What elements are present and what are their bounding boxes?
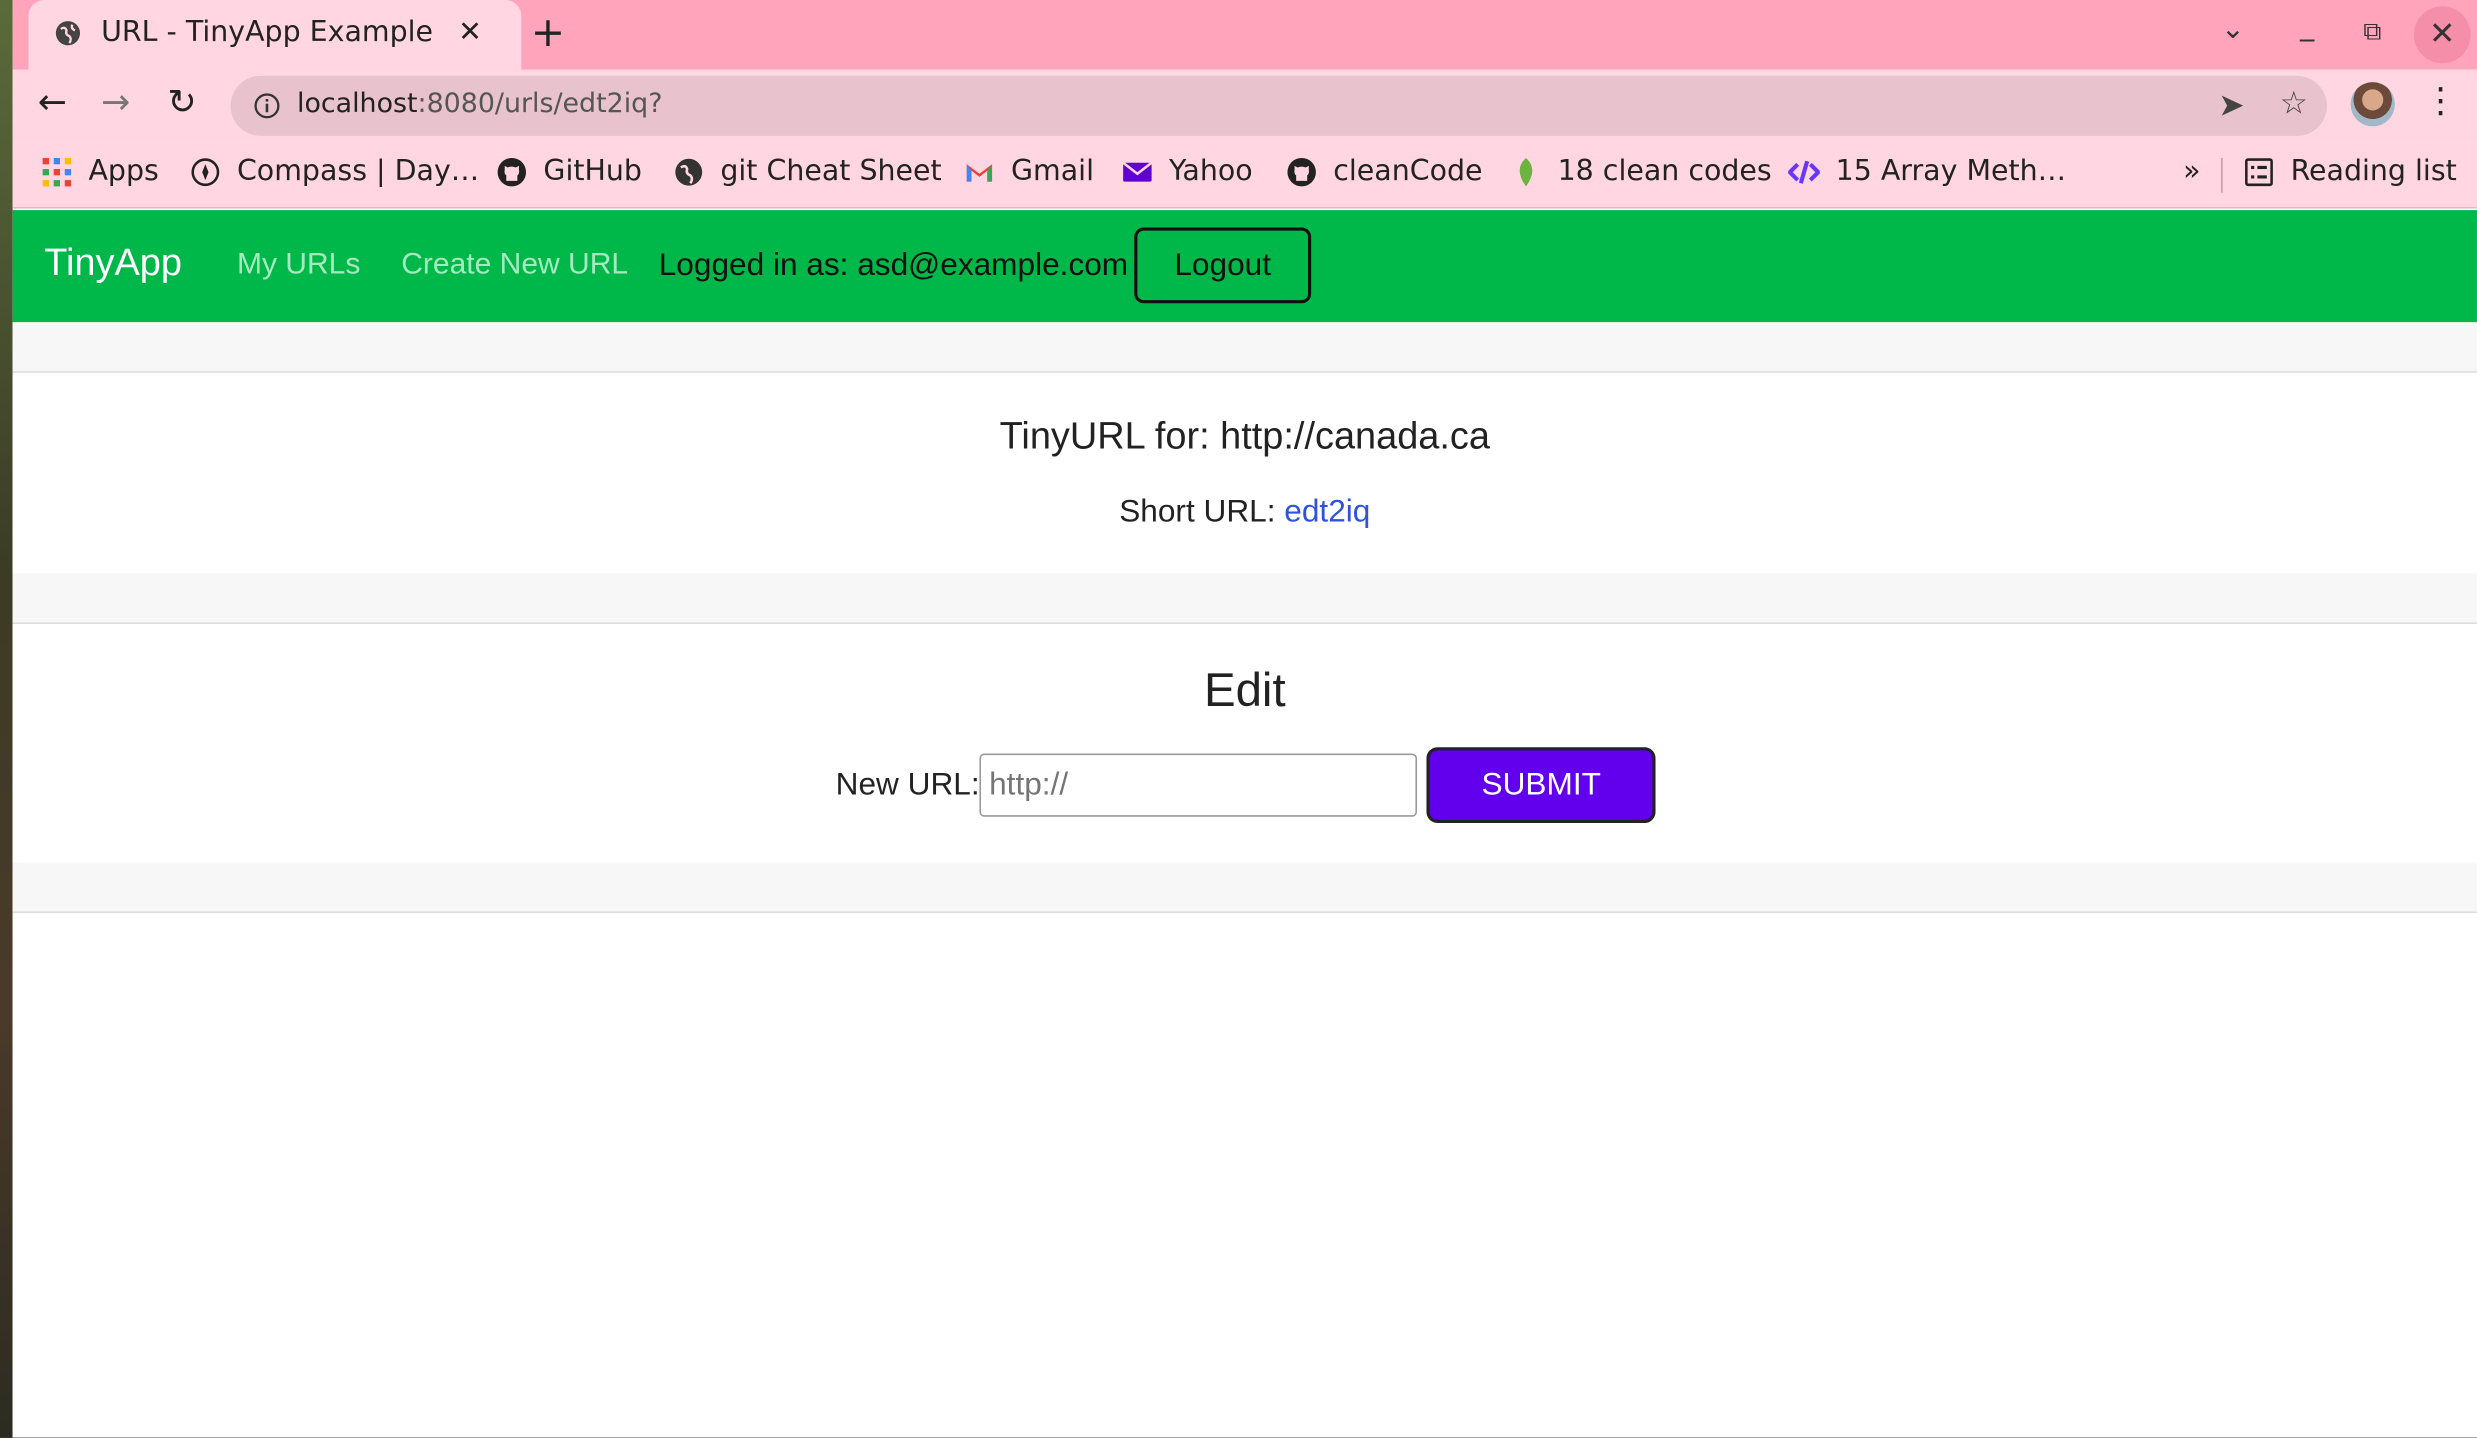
- bookmark-label: Gmail: [1011, 154, 1094, 188]
- edit-heading: Edit: [1203, 665, 1286, 718]
- yahoo-mail-icon: [1122, 160, 1153, 181]
- nav-create-new-url-link[interactable]: Create New URL: [401, 248, 628, 283]
- bookmarks-overflow-chevron-icon[interactable]: »: [2183, 155, 2200, 188]
- close-window-icon[interactable]: ✕: [2413, 6, 2471, 64]
- bookmark-label: git Cheat Sheet: [720, 154, 942, 188]
- address-bar[interactable]: localhost:8080/urls/edt2iq? ➤ ☆: [230, 75, 2327, 136]
- short-url-link[interactable]: edt2iq: [1284, 494, 1370, 529]
- brand-link[interactable]: TinyApp: [44, 242, 182, 286]
- bookmark-compass[interactable]: Compass | Day…: [190, 154, 480, 188]
- bookmark-git-cheat-sheet[interactable]: git Cheat Sheet: [673, 155, 942, 188]
- leaf-icon: [1519, 157, 1533, 186]
- browser-menu-icon[interactable]: ⋮: [2423, 82, 2458, 121]
- url-path: :8080/urls/edt2iq?: [417, 88, 663, 121]
- compass-icon: [191, 157, 220, 186]
- globe-icon: [55, 21, 81, 46]
- restore-icon[interactable]: ⧉: [2363, 16, 2381, 48]
- bookmark-label: Compass | Day…: [236, 154, 480, 188]
- bookmark-label: GitHub: [543, 154, 642, 188]
- globe-icon: [675, 157, 703, 185]
- tab-search-chevron-icon[interactable]: ⌄: [2221, 13, 2245, 46]
- reload-icon[interactable]: ↻: [167, 84, 196, 125]
- reading-list-button[interactable]: Reading list: [2243, 155, 2457, 188]
- github-icon: [497, 157, 527, 186]
- bookmarks-divider: [2221, 157, 2223, 193]
- code-icon: [1788, 159, 1820, 184]
- section-band: [12, 862, 2477, 914]
- bookmark-apps[interactable]: Apps: [41, 155, 159, 188]
- bookmark-label: Apps: [88, 154, 159, 188]
- bookmark-gmail[interactable]: Gmail: [964, 155, 1094, 188]
- browser-toolbar: ← → ↻ localhost:8080/urls/edt2iq? ➤ ☆ ⋮: [12, 69, 2477, 143]
- gmail-icon: [966, 163, 993, 181]
- tab-title: URL - TinyApp Example: [101, 15, 434, 49]
- logout-button[interactable]: Logout: [1134, 227, 1312, 304]
- short-url-line: Short URL: edt2iq: [13, 494, 2477, 530]
- bookmark-label: Yahoo: [1168, 154, 1253, 188]
- bookmark-label: 15 Array Meth…: [1835, 154, 2067, 188]
- url-host: localhost: [296, 88, 418, 121]
- edit-card: Edit New URL: SUBMIT: [12, 623, 2477, 863]
- tinyurl-heading: TinyURL for: http://canada.ca: [999, 415, 1490, 459]
- reading-list-label: Reading list: [2290, 154, 2457, 188]
- edit-url-form: New URL: SUBMIT: [835, 747, 1656, 824]
- new-url-input[interactable]: [979, 753, 1418, 817]
- short-url-label: Short URL:: [1119, 494, 1285, 530]
- bookmark-yahoo[interactable]: Yahoo: [1122, 155, 1253, 188]
- profile-avatar[interactable]: [2350, 82, 2395, 127]
- back-icon[interactable]: ←: [38, 84, 67, 125]
- bookmarks-bar: Apps Compass | Day… GitHub git Cheat She…: [12, 142, 2477, 209]
- tab-strip: URL - TinyApp Example ✕ + ⌄ _ ⧉ ✕: [12, 0, 2477, 70]
- submit-button[interactable]: SUBMIT: [1426, 747, 1656, 824]
- section-band: [12, 573, 2477, 624]
- site-info-icon[interactable]: [253, 92, 281, 120]
- bookmark-18-clean-codes[interactable]: 18 clean codes: [1510, 155, 1772, 188]
- bookmark-label: cleanCode: [1333, 154, 1483, 188]
- reading-list-icon: [2245, 157, 2273, 186]
- minimize-icon[interactable]: _: [2300, 9, 2314, 42]
- bookmark-cleancode[interactable]: cleanCode: [1286, 155, 1483, 188]
- apps-grid-icon: [42, 157, 72, 186]
- new-url-label: New URL:: [835, 766, 980, 802]
- tab-close-icon[interactable]: ✕: [458, 16, 482, 49]
- web-page: TinyApp My URLs Create New URL Logged in…: [12, 210, 2477, 1438]
- section-band: [12, 322, 2477, 373]
- github-icon: [1287, 157, 1316, 186]
- app-navbar: TinyApp My URLs Create New URL Logged in…: [12, 210, 2477, 323]
- url-detail-card: TinyURL for: http://canada.ca Short URL:…: [12, 374, 2477, 574]
- send-to-device-icon[interactable]: ➤: [2218, 85, 2244, 123]
- desktop-background-strip: [0, 0, 13, 1438]
- bookmark-github[interactable]: GitHub: [496, 155, 642, 188]
- bookmark-star-icon[interactable]: ☆: [2280, 84, 2308, 122]
- new-tab-button[interactable]: +: [531, 9, 565, 56]
- bookmark-label: 18 clean codes: [1557, 154, 1772, 188]
- url-text[interactable]: localhost:8080/urls/edt2iq?: [297, 88, 663, 120]
- nav-my-urls-link[interactable]: My URLs: [237, 248, 360, 283]
- logged-in-status: Logged in as: asd@example.com: [658, 248, 1129, 283]
- browser-tab[interactable]: URL - TinyApp Example ✕: [28, 0, 522, 70]
- forward-icon[interactable]: →: [101, 84, 130, 125]
- bookmark-15-array-methods[interactable]: 15 Array Meth…: [1788, 155, 2066, 188]
